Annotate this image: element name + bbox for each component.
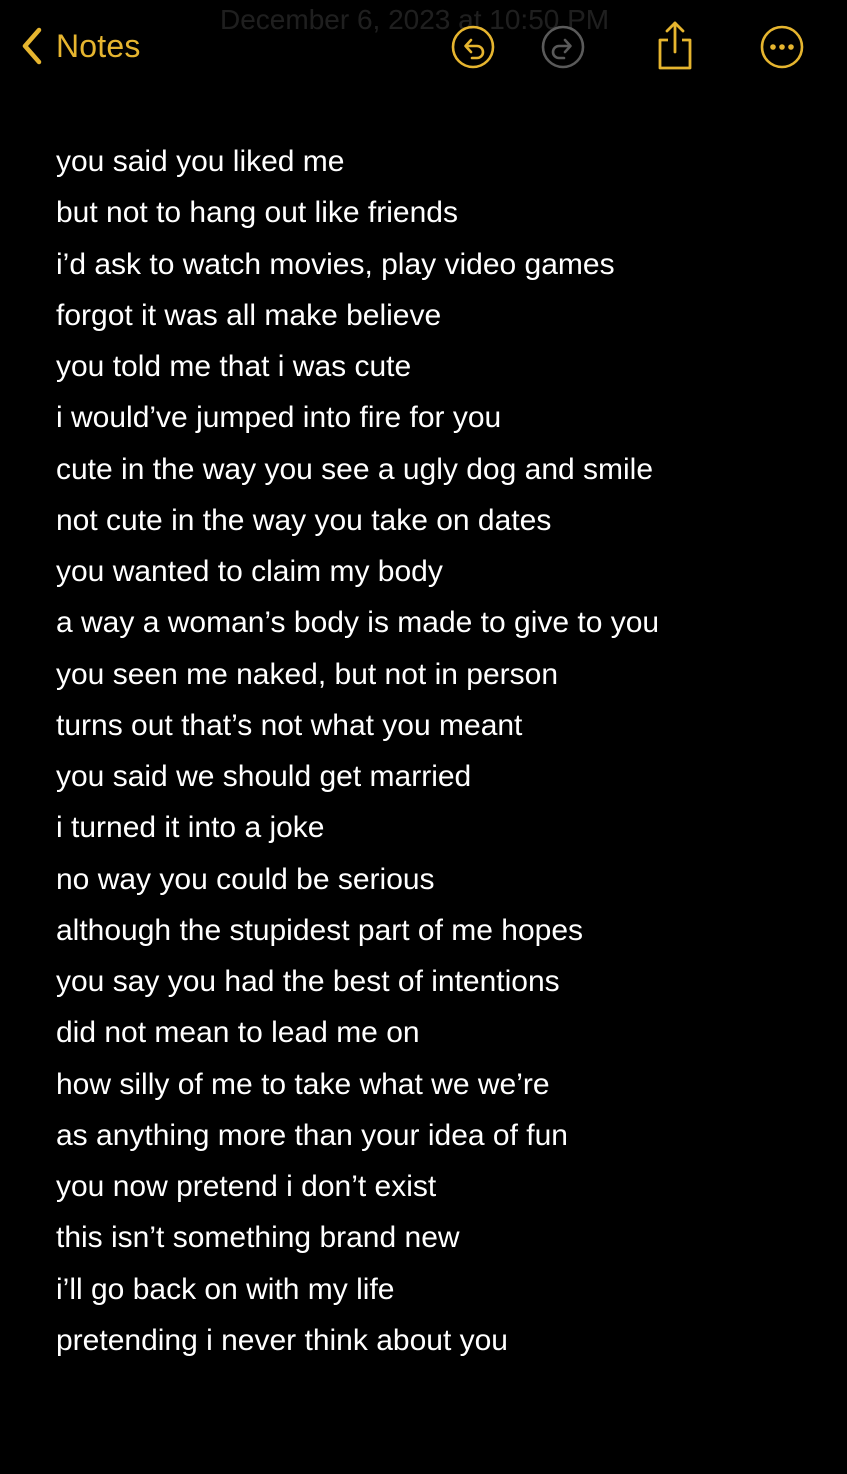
note-text-body[interactable]: you said you liked me but not to hang ou… (56, 136, 816, 1366)
note-line: but not to hang out like friends (56, 196, 458, 230)
navigation-bar: December 6, 2023 at 10:50 PM Notes (0, 0, 847, 100)
note-line: you say you had the best of intentions (56, 965, 560, 998)
note-line: i turned it into a joke (56, 811, 325, 845)
share-button[interactable] (652, 20, 698, 72)
more-options-button[interactable] (759, 24, 805, 70)
note-line: you seen me naked, but not in person (56, 657, 559, 691)
more-icon (759, 24, 805, 70)
note-line: a way a woman’s body is made to give to … (56, 606, 660, 640)
note-line: did not mean to lead me on (56, 1016, 420, 1050)
note-line: not cute in the way you take on dates (56, 503, 552, 537)
redo-icon (540, 24, 586, 70)
note-line: forgot it was all make believe (56, 298, 442, 332)
note-line: cute in the way you see a ugly dog and s… (56, 452, 654, 486)
note-line: as anything more than your idea of fun (56, 1118, 568, 1152)
note-line: you told me that i was cute (56, 350, 412, 383)
share-icon (652, 20, 698, 72)
note-line: you said we should get married (56, 760, 472, 793)
undo-icon (450, 24, 496, 70)
note-line: you said you liked me (56, 145, 345, 178)
note-line: how silly of me to take what we we’re (56, 1067, 550, 1101)
note-line: you now pretend i don’t exist (56, 1170, 437, 1203)
note-line: turns out that’s not what you meant (56, 708, 523, 742)
note-line: pretending i never think about you (56, 1323, 508, 1357)
undo-button[interactable] (450, 24, 496, 70)
note-line: you wanted to claim my body (56, 555, 443, 588)
redo-button[interactable] (540, 24, 586, 70)
note-line: i would’ve jumped into fire for you (56, 401, 502, 435)
note-line: i’ll go back on with my life (56, 1272, 395, 1306)
chevron-left-icon (20, 26, 44, 66)
back-to-notes-button[interactable]: Notes (20, 22, 141, 70)
note-line: i’d ask to watch movies, play video game… (56, 247, 615, 281)
note-line: no way you could be serious (56, 862, 435, 896)
note-line: although the stupidest part of me hopes (56, 913, 584, 947)
back-button-label: Notes (56, 27, 141, 64)
note-line: this isn’t something brand new (56, 1221, 460, 1255)
